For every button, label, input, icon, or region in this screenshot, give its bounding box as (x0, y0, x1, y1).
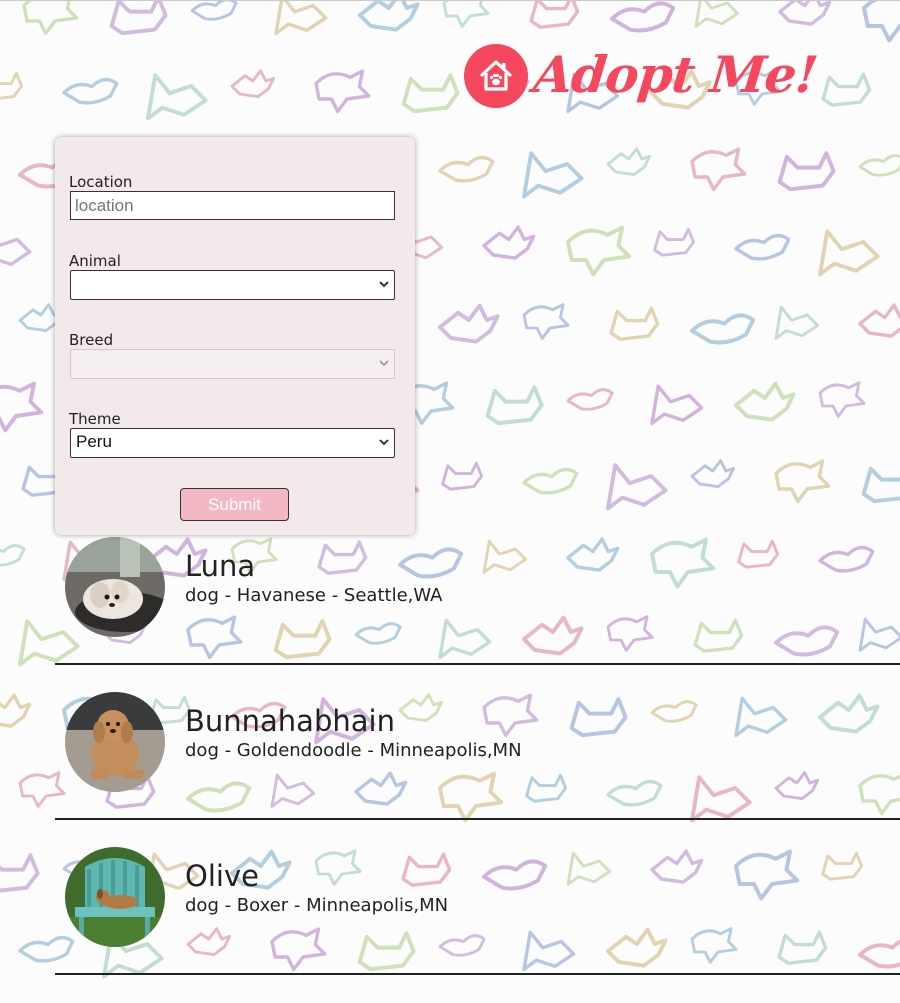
top-border (0, 0, 900, 1)
location-input[interactable] (70, 191, 395, 220)
divider (55, 663, 900, 665)
chevron-down-icon (379, 281, 389, 288)
pet-description: dog - Havanese - Seattle,WA (185, 585, 443, 606)
theme-label: Theme (69, 410, 121, 428)
theme-select-value: Peru (76, 432, 112, 451)
brand-title[interactable]: Adopt Me! (531, 45, 820, 104)
header: Adopt Me! (464, 36, 820, 116)
pet-list-item[interactable]: Olive dog - Boxer - Minneapolis,MN (55, 847, 900, 997)
location-label: Location (69, 173, 133, 191)
divider (55, 818, 900, 820)
pet-description: dog - Goldendoodle - Minneapolis,MN (185, 740, 522, 761)
search-form: Location Animal Breed Theme Peru Submit (55, 137, 415, 535)
pet-photo[interactable] (65, 847, 165, 947)
pet-photo[interactable] (65, 692, 165, 792)
pet-list-item[interactable]: Bunnahabhain dog - Goldendoodle - Minnea… (55, 692, 900, 842)
breed-label: Breed (69, 331, 114, 349)
pet-name: Olive (185, 859, 259, 893)
theme-select[interactable]: Peru (70, 428, 395, 458)
chevron-down-icon (379, 439, 389, 446)
divider (55, 973, 900, 975)
pet-description: dog - Boxer - Minneapolis,MN (185, 895, 449, 916)
house-paw-icon[interactable] (464, 44, 528, 108)
pet-photo[interactable] (65, 537, 165, 637)
chevron-down-icon (379, 360, 389, 367)
submit-button[interactable]: Submit (180, 488, 289, 521)
pet-list-item[interactable]: Luna dog - Havanese - Seattle,WA (55, 537, 900, 687)
animal-select[interactable] (70, 270, 395, 300)
breed-select[interactable] (70, 349, 395, 379)
pet-name: Bunnahabhain (185, 704, 395, 738)
pet-name: Luna (185, 549, 256, 583)
animal-label: Animal (69, 252, 121, 270)
